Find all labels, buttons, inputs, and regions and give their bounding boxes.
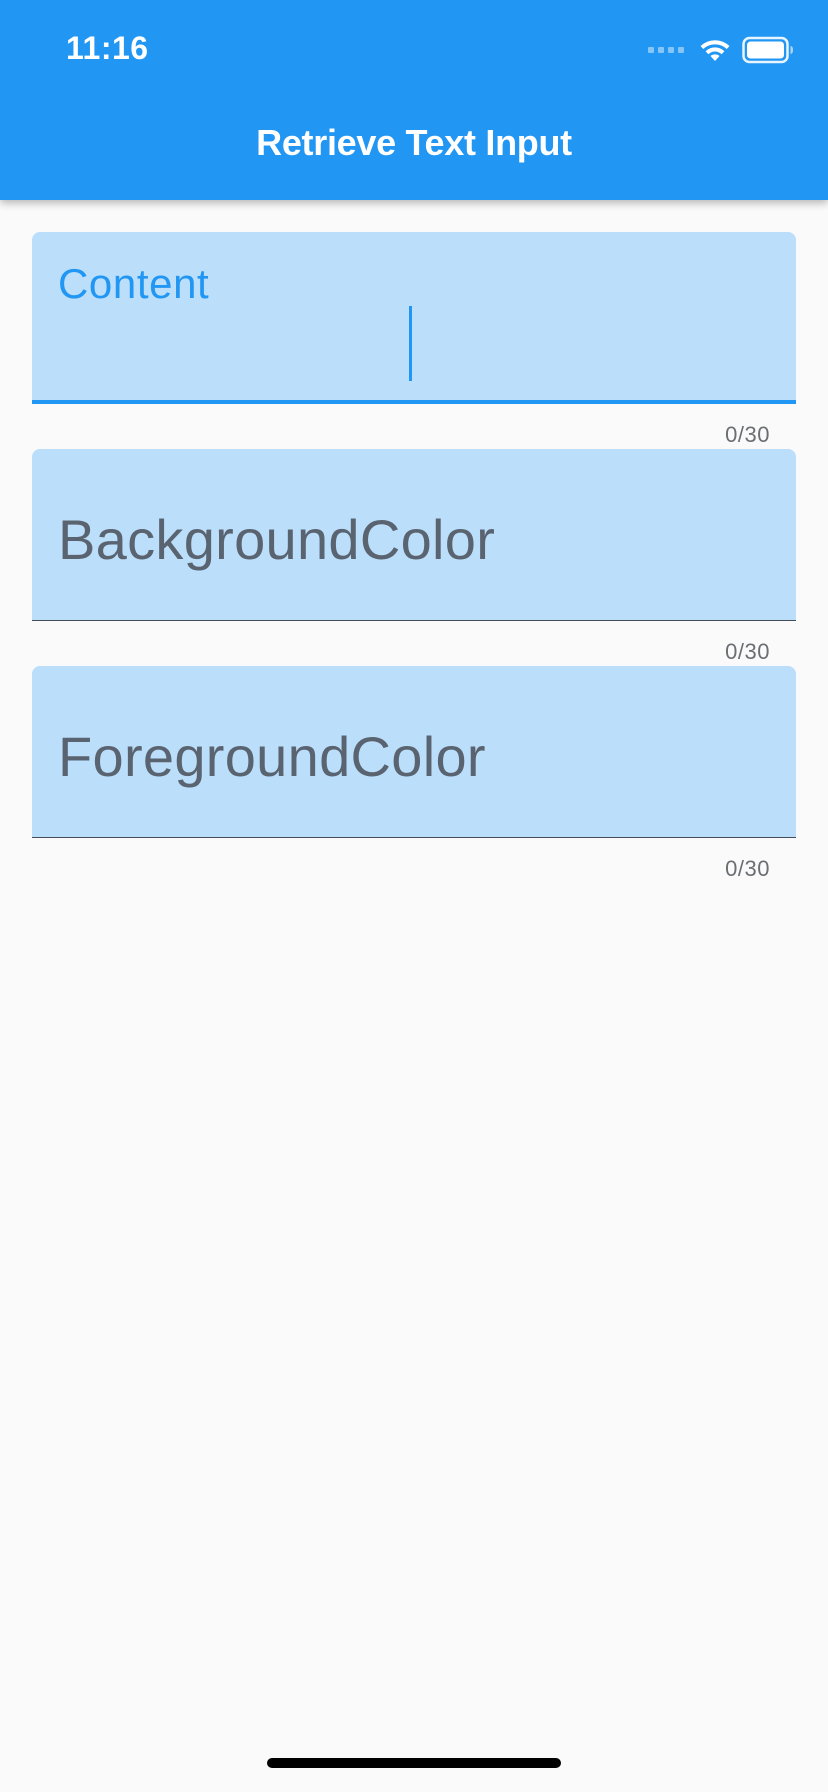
home-indicator[interactable]	[267, 1758, 561, 1768]
background-color-field-label: BackgroundColor	[58, 508, 496, 571]
app-bar: 11:16 Retrieve Text Input	[0, 0, 828, 200]
foreground-color-field-label: ForegroundColor	[58, 725, 486, 788]
content-field-label: Content	[58, 260, 210, 307]
content-field[interactable]: Content	[32, 232, 796, 404]
status-time: 11:16	[66, 30, 149, 66]
wifi-icon	[700, 40, 730, 61]
foreground-color-field-counter: 0/30	[725, 856, 770, 881]
text-cursor	[409, 306, 412, 381]
signal-icon	[648, 47, 684, 53]
battery-icon	[742, 36, 793, 64]
content-field-counter: 0/30	[725, 422, 770, 447]
page-title: Retrieve Text Input	[256, 122, 572, 163]
background-color-field[interactable]: BackgroundColor	[32, 449, 796, 621]
foreground-color-field[interactable]: ForegroundColor	[32, 666, 796, 838]
status-icons	[648, 36, 794, 64]
background-color-field-counter: 0/30	[725, 639, 770, 664]
